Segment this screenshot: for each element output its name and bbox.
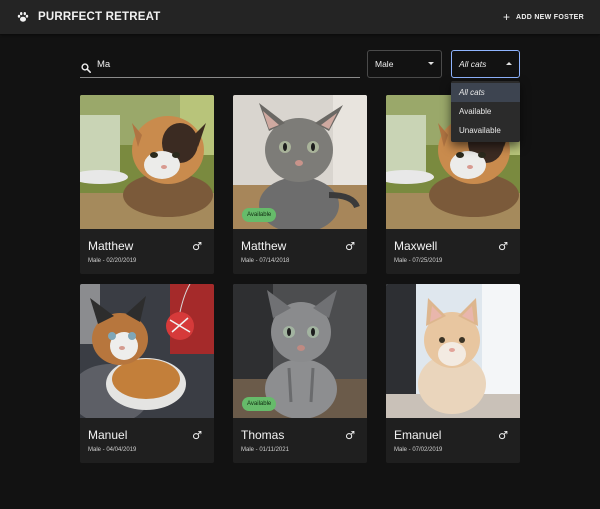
gender-select-value: Male [375,59,394,69]
cat-card[interactable]: Manuel ♂ Male - 04/04/2019 [80,284,214,463]
cat-card[interactable]: Available Thomas ♂ Male - 01/11/2021 [233,284,367,463]
cat-photo [386,284,520,418]
male-icon: ♂ [498,240,508,253]
cat-name: Emanuel [394,428,442,442]
search-field[interactable] [80,52,360,78]
cat-meta: Male - 07/25/2019 [394,258,443,264]
male-icon: ♂ [345,429,355,442]
cat-meta: Male - 04/04/2019 [88,447,137,453]
app-root: PURRFECT RETREAT + ADD NEW FOSTER Male A… [0,0,600,509]
add-new-foster-button[interactable]: + ADD NEW FOSTER [503,0,584,34]
cat-photo [80,95,214,229]
search-input[interactable] [97,59,337,70]
cat-name: Manuel [88,428,128,442]
add-new-foster-label: ADD NEW FOSTER [516,13,584,21]
cat-card[interactable]: Matthew ♂ Male - 02/20/2019 [80,95,214,274]
cat-card[interactable]: Available Matthew ♂ Male - 07/14/2018 [233,95,367,274]
availability-menu: All cats Available Unavailable [451,81,520,142]
cat-meta: Male - 02/20/2019 [88,258,137,264]
chevron-up-icon [506,62,512,65]
cat-name: Matthew [88,239,134,253]
availability-select[interactable]: All cats [451,50,520,78]
cat-name: Maxwell [394,239,438,253]
menu-item-unavailable[interactable]: Unavailable [451,121,520,140]
chevron-down-icon [428,62,434,65]
cat-meta: Male - 07/02/2019 [394,447,443,453]
status-badge: Available [242,208,277,222]
cat-meta: Male - 01/11/2021 [241,447,289,453]
male-icon: ♂ [498,429,508,442]
status-badge: Available [242,397,277,411]
male-icon: ♂ [192,429,202,442]
cat-photo [80,284,214,418]
gender-select[interactable]: Male [367,50,442,78]
brand[interactable]: PURRFECT RETREAT [17,11,160,23]
paw-icon [17,11,29,23]
menu-item-all-cats[interactable]: All cats [451,83,520,102]
availability-select-value: All cats [459,59,487,69]
top-app-bar: PURRFECT RETREAT + ADD NEW FOSTER [0,0,600,34]
cat-card[interactable]: Emanuel ♂ Male - 07/02/2019 [386,284,520,463]
menu-item-available[interactable]: Available [451,102,520,121]
plus-icon: + [503,10,511,24]
cat-name: Matthew [241,239,287,253]
cat-meta: Male - 07/14/2018 [241,258,290,264]
app-title: PURRFECT RETREAT [38,11,161,23]
male-icon: ♂ [345,240,355,253]
male-icon: ♂ [192,240,202,253]
cat-name: Thomas [241,428,285,442]
search-icon [81,60,91,73]
